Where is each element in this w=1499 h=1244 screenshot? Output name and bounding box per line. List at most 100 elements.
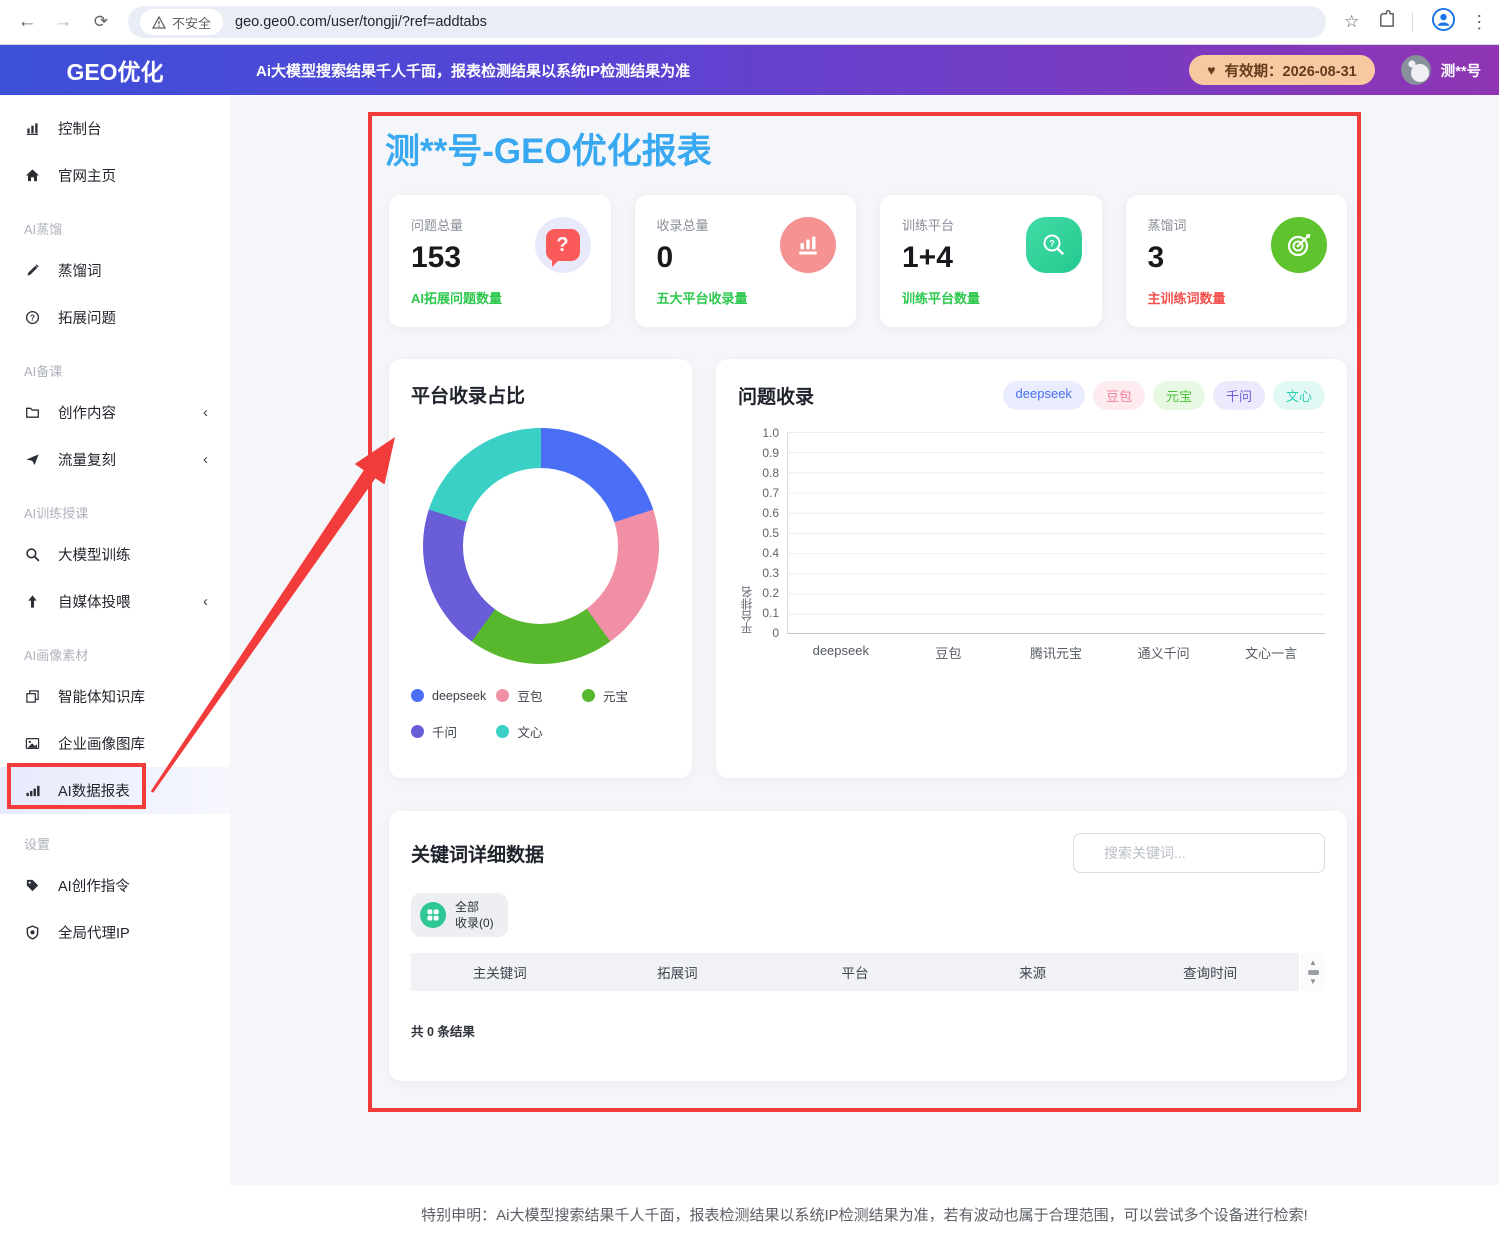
keywords-title: 关键词详细数据 — [411, 840, 544, 867]
sidebar-item-console[interactable]: 控制台 — [0, 105, 230, 152]
filter-line2: 收录(0) — [455, 915, 494, 931]
page-title: 测**号-GEO优化报表 — [385, 123, 712, 174]
scroll-thumb[interactable] — [1308, 970, 1319, 975]
sidebar-item-expand-questions[interactable]: ? 拓展问题 — [0, 294, 230, 341]
header-subtitle: Ai大模型搜索结果千人千面，报表检测结果以系统IP检测结果为准 — [256, 60, 690, 81]
filter-line1: 全部 — [455, 899, 494, 915]
security-chip[interactable]: 不安全 — [140, 9, 223, 35]
stat-card-platforms: 训练平台 1+4 训练平台数量 ? — [880, 195, 1102, 327]
pill-yuanbao[interactable]: 元宝 — [1153, 381, 1205, 410]
extensions-icon[interactable] — [1377, 10, 1396, 34]
donut-panel: 平台收录占比 deepseek 豆包 元宝 千问 文心 — [389, 359, 692, 778]
pill-qianwen[interactable]: 千问 — [1213, 381, 1265, 410]
forward-button[interactable]: → — [48, 11, 78, 33]
chevron-left-icon: ‹ — [203, 593, 208, 610]
address-bar[interactable]: 不安全 geo.geo0.com/user/tongji/?ref=addtab… — [128, 6, 1326, 38]
search-question-icon: ? — [1026, 217, 1082, 273]
legend-dot — [411, 689, 424, 702]
sidebar-item-homepage[interactable]: 官网主页 — [0, 152, 230, 199]
target-icon — [1271, 217, 1327, 273]
tag-icon — [24, 878, 40, 894]
x-axis-labels: deepseek豆包 腾讯元宝通义千问 文心一言 — [787, 643, 1325, 662]
avatar[interactable] — [1401, 55, 1431, 85]
sidebar-item-ai-instructions[interactable]: AI创作指令 — [0, 862, 230, 909]
bookmark-star-icon[interactable]: ☆ — [1344, 12, 1359, 32]
sidebar-item-media-feed[interactable]: 自媒体投喂 ‹ — [0, 578, 230, 625]
sidebar-item-traffic-clone[interactable]: 流量复刻 ‹ — [0, 436, 230, 483]
username[interactable]: 测**号 — [1441, 60, 1481, 81]
charts-row: 平台收录占比 deepseek 豆包 元宝 千问 文心 问题收录 deepsee… — [389, 359, 1347, 778]
legend-item[interactable]: 千问 — [411, 722, 496, 741]
toolbar-divider — [1412, 12, 1413, 32]
column-header: 来源 — [944, 962, 1122, 982]
svg-text:?: ? — [1049, 239, 1055, 249]
validity-badge[interactable]: ♥ 有效期：2026-08-31 — [1189, 55, 1374, 85]
arrow-up-icon — [24, 594, 40, 610]
sidebar: 控制台 官网主页 AI蒸馏 蒸馏词 ? 拓展问题 AI备课 创作内容 ‹ 流量复… — [0, 95, 230, 1185]
sidebar-item-agent-knowledge[interactable]: 智能体知识库 — [0, 673, 230, 720]
sidebar-item-label: 智能体知识库 — [58, 686, 145, 707]
sidebar-item-create-content[interactable]: 创作内容 ‹ — [0, 389, 230, 436]
copy-icon — [24, 689, 40, 705]
donut-title: 平台收录占比 — [411, 381, 670, 408]
y-axis-ticks: 1.00.9 0.80.7 0.60.5 0.40.3 0.20.1 0 — [755, 426, 787, 640]
home-icon — [24, 168, 40, 184]
column-header: 查询时间 — [1121, 962, 1299, 982]
sidebar-item-label: 大模型训练 — [58, 544, 131, 565]
legend-dot — [411, 725, 424, 738]
sidebar-item-label: 蒸馏词 — [58, 260, 102, 281]
main-content: 测**号-GEO优化报表 问题总量 153 AI拓展问题数量 ? 收录总量 0 … — [230, 95, 1499, 1185]
shield-icon — [24, 925, 40, 941]
heart-icon: ♥ — [1207, 62, 1215, 78]
chevron-left-icon: ‹ — [203, 451, 208, 468]
sidebar-section-lesson: AI备课 — [0, 351, 230, 389]
sidebar-item-label: 创作内容 — [58, 402, 116, 423]
profile-icon[interactable] — [1431, 7, 1456, 37]
chevron-left-icon: ‹ — [203, 404, 208, 421]
reload-button[interactable]: ⟳ — [86, 12, 116, 32]
result-count: 共 0 条结果 — [411, 1021, 1325, 1040]
browser-menu-icon[interactable]: ⋮ — [1470, 12, 1488, 33]
warning-triangle-icon — [152, 16, 166, 29]
back-button[interactable]: ← — [12, 11, 42, 33]
stat-footnote: 五大平台收录量 — [657, 288, 835, 307]
scroll-down-icon[interactable]: ▼ — [1309, 978, 1317, 986]
url-text: geo.geo0.com/user/tongji/?ref=addtabs — [235, 14, 487, 30]
line-chart-panel: 问题收录 deepseek 豆包 元宝 千问 文心 平台排名 1.00.9 0.… — [716, 359, 1347, 778]
scroll-up-icon[interactable]: ▲ — [1309, 959, 1317, 967]
sidebar-item-model-training[interactable]: 大模型训练 — [0, 531, 230, 578]
legend-dot — [496, 689, 509, 702]
sidebar-section-settings: 设置 — [0, 824, 230, 862]
sidebar-item-global-proxy[interactable]: 全局代理IP — [0, 909, 230, 956]
sidebar-item-ai-data-report[interactable]: AI数据报表 — [0, 767, 230, 814]
legend-item[interactable]: deepseek — [411, 686, 496, 705]
disclaimer-text: 特别申明：Ai大模型搜索结果千人千面，报表检测结果以系统IP检测结果为准，若有波… — [0, 1204, 1499, 1225]
sidebar-item-image-gallery[interactable]: 企业画像图库 — [0, 720, 230, 767]
search-input[interactable] — [1073, 833, 1325, 873]
pill-wenxin[interactable]: 文心 — [1273, 381, 1325, 410]
sidebar-section-distill: AI蒸馏 — [0, 209, 230, 247]
bar-chart-icon — [24, 121, 40, 137]
sidebar-item-distill-words[interactable]: 蒸馏词 — [0, 247, 230, 294]
column-header: 平台 — [766, 962, 944, 982]
table-scrollbar[interactable]: ▲ ▼ — [1301, 953, 1325, 991]
stat-card-questions: 问题总量 153 AI拓展问题数量 ? — [389, 195, 611, 327]
question-bubble-icon: ? — [535, 217, 591, 273]
sidebar-section-portrait: AI画像素材 — [0, 635, 230, 673]
legend-item[interactable]: 元宝 — [582, 686, 667, 705]
svg-text:?: ? — [30, 313, 35, 322]
pill-doubao[interactable]: 豆包 — [1093, 381, 1145, 410]
donut-chart — [423, 428, 659, 664]
keywords-panel: 关键词详细数据 全部 收录(0) 主关键词 拓展词 平台 来源 查询时间 ▲ — [389, 811, 1347, 1081]
sidebar-item-label: 全局代理IP — [58, 922, 130, 943]
folder-icon — [24, 405, 40, 421]
legend-item[interactable]: 豆包 — [496, 686, 581, 705]
column-header: 拓展词 — [589, 962, 767, 982]
platform-pills: deepseek 豆包 元宝 千问 文心 — [1003, 381, 1325, 410]
legend-item[interactable]: 文心 — [496, 722, 581, 741]
filter-all-indexed-button[interactable]: 全部 收录(0) — [411, 893, 508, 937]
pill-deepseek[interactable]: deepseek — [1003, 381, 1085, 410]
question-circle-icon: ? — [24, 310, 40, 326]
table-header-row: 主关键词 拓展词 平台 来源 查询时间 ▲ ▼ — [411, 953, 1325, 991]
sidebar-item-label: 拓展问题 — [58, 307, 116, 328]
